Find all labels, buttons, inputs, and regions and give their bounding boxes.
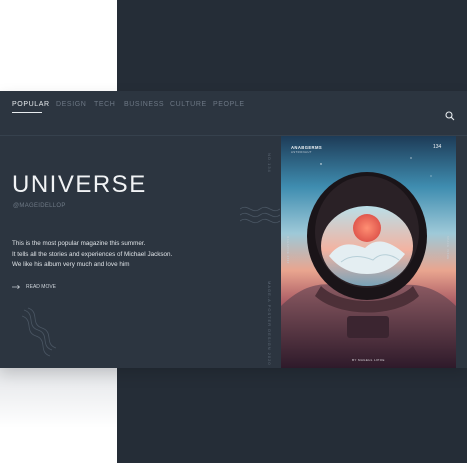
description-line: We like his album very much and love him xyxy=(12,261,130,268)
cover-brand-subtitle: ASTRONAUT xyxy=(291,150,312,154)
nav-active-underline xyxy=(12,112,42,113)
magazine-cover[interactable]: ANABGERMS ASTRONAUT 134 MAGAZINE 2020 SP… xyxy=(281,136,456,368)
search-button[interactable] xyxy=(445,108,455,121)
nav-item-design[interactable]: DESIGN xyxy=(56,101,86,108)
read-more-link[interactable]: READ MOVE xyxy=(12,284,56,290)
wave-decoration xyxy=(22,307,56,357)
nav-item-business[interactable]: BUSINESS xyxy=(124,101,164,108)
description: This is the most popular magazine this s… xyxy=(12,239,172,271)
description-line: It tells all the stories and experiences… xyxy=(12,250,173,258)
cover-side-text-left: MAGAZINE 2020 xyxy=(286,236,289,264)
astronaut-illustration xyxy=(281,136,456,368)
card-shadow xyxy=(0,368,117,428)
read-more-label: READ MOVE xyxy=(26,284,57,290)
cover-issue-number: 134 xyxy=(433,144,442,150)
hero-card: POPULAR DESIGN TECH BUSINESS CULTURE PEO… xyxy=(0,91,467,368)
page-title: UNIVERSE xyxy=(12,171,147,198)
side-text-top: NO.134 xyxy=(267,153,272,173)
nav-item-tech[interactable]: TECH xyxy=(94,101,115,108)
search-icon xyxy=(445,111,455,121)
author-handle: @MAGEIDELLOP xyxy=(13,203,66,209)
wave-decoration xyxy=(240,206,280,224)
description-line: This is the most popular magazine this s… xyxy=(12,240,146,247)
arrow-right-icon xyxy=(12,285,20,289)
nav-item-people[interactable]: PEOPLE xyxy=(213,101,245,108)
nav-item-popular[interactable]: POPULAR xyxy=(12,101,50,108)
side-text-bottom: MAGE-A POSTER DESIGN 2020 xyxy=(267,281,272,366)
cover-side-text-right: SPACE ISSUE xyxy=(446,236,449,260)
cover-credit: BY MAGEHL LIPOE xyxy=(352,358,385,362)
nav-item-culture[interactable]: CULTURE xyxy=(170,101,207,108)
